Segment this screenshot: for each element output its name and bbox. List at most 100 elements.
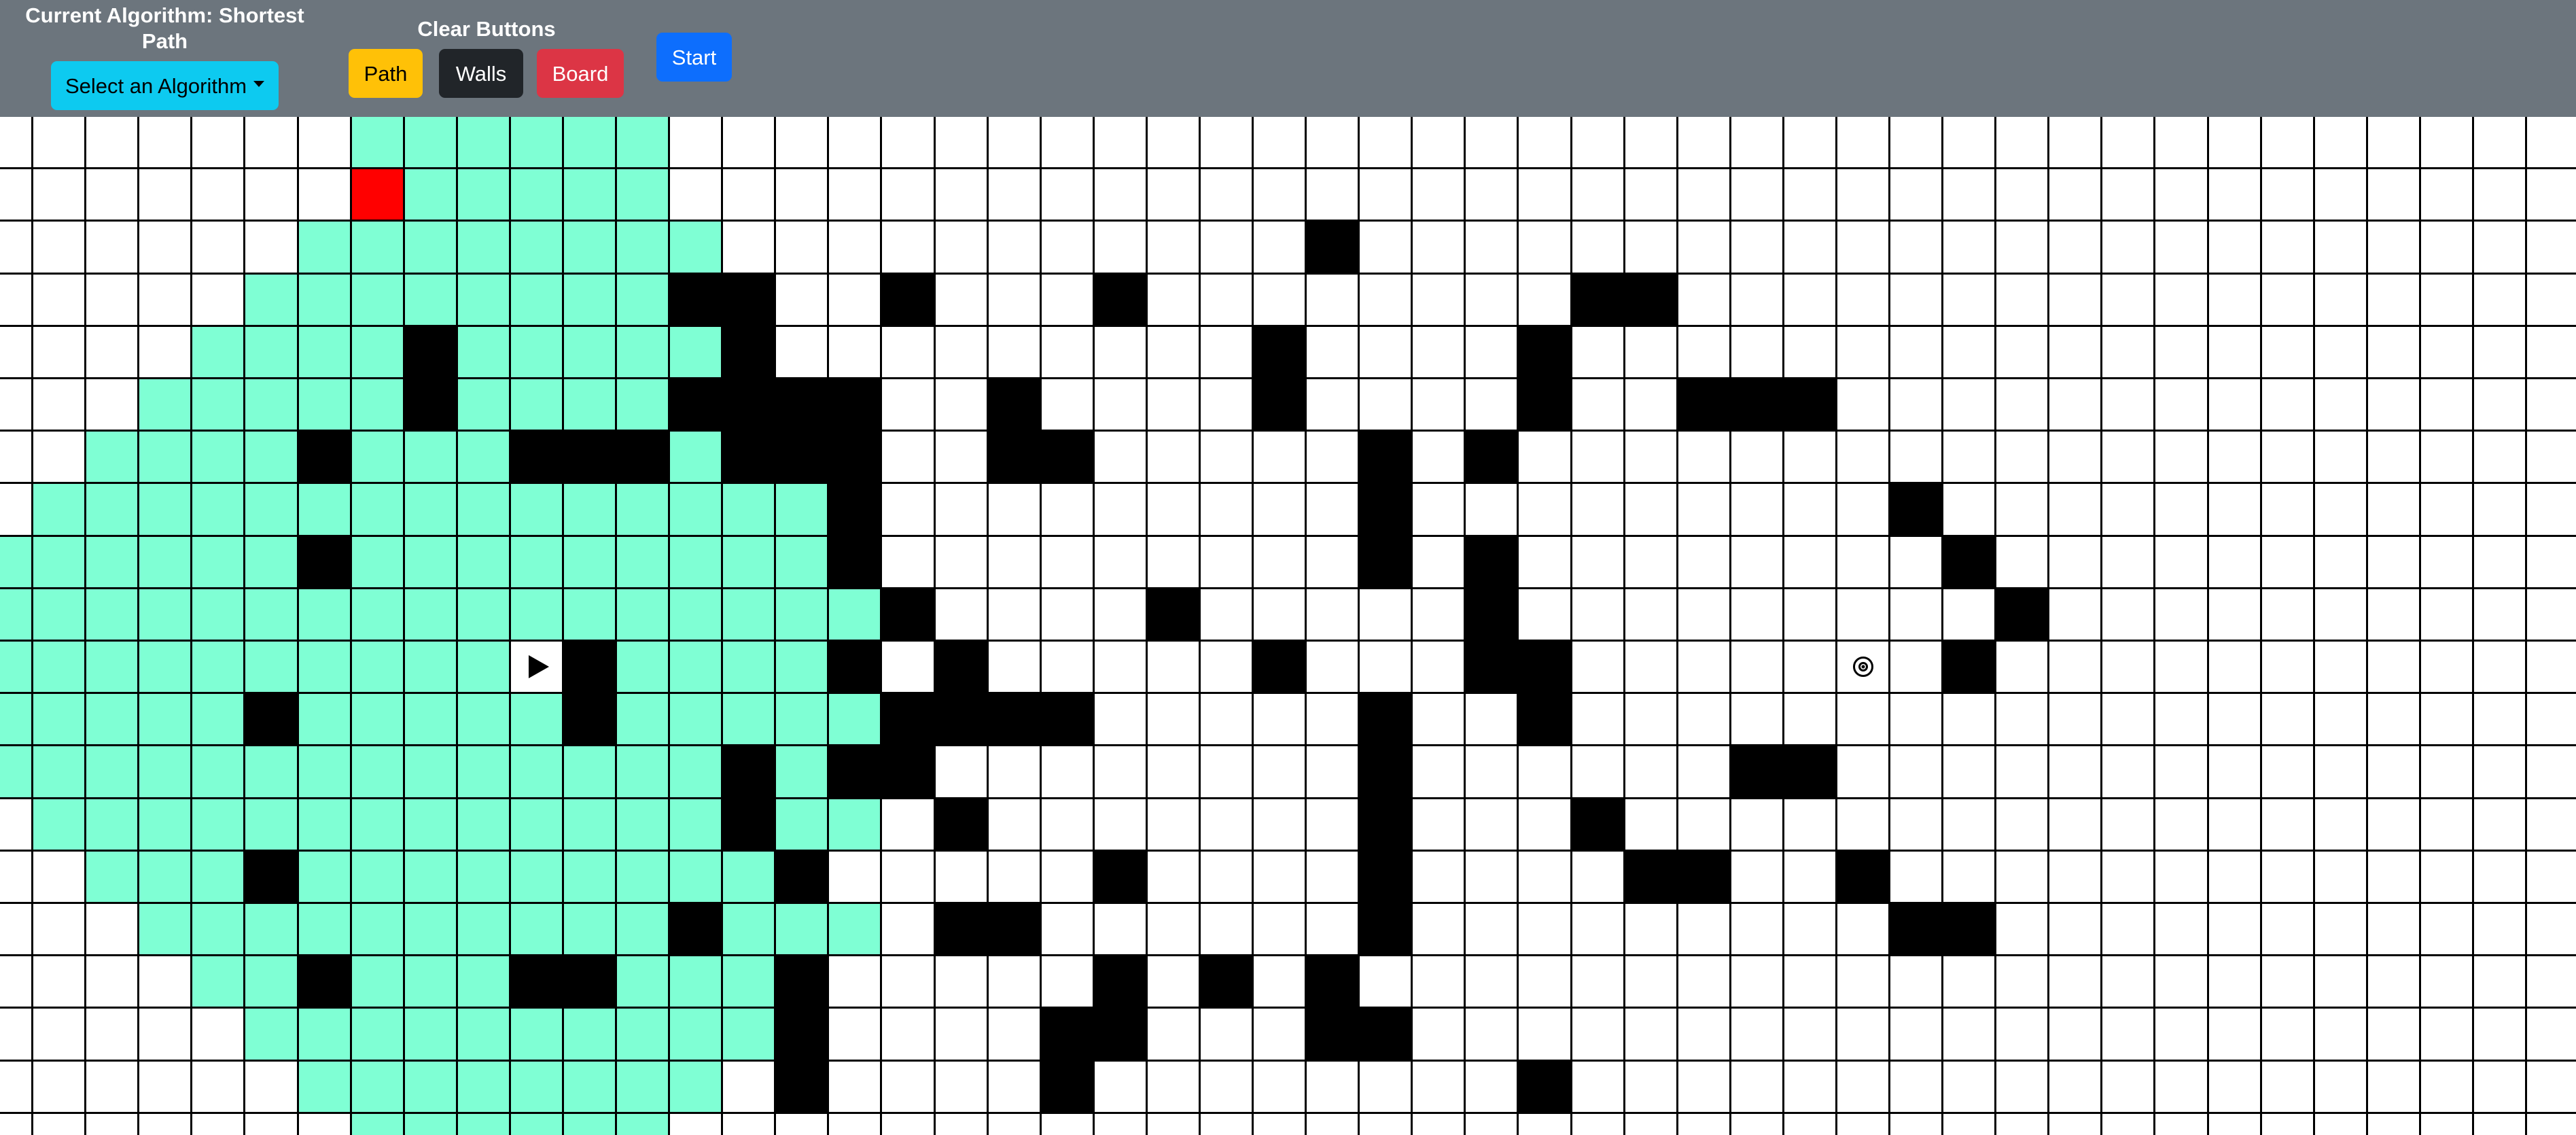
grid-cell[interactable] [2262,799,2315,852]
grid-cell[interactable] [139,1009,192,1062]
grid-cell[interactable] [2474,589,2527,642]
visited-cell[interactable] [192,852,245,904]
grid-cell[interactable] [192,275,245,327]
visited-cell[interactable] [564,484,617,537]
grid-cell[interactable] [1254,222,1307,275]
grid-cell[interactable] [1996,1062,2049,1114]
grid-cell[interactable] [2209,117,2262,169]
visited-cell[interactable] [458,379,511,432]
grid-cell[interactable] [86,1114,139,1135]
grid-cell[interactable] [2209,379,2262,432]
grid-cell[interactable] [1572,327,1625,379]
grid-cell[interactable] [1148,117,1201,169]
grid-cell[interactable] [1148,484,1201,537]
grid-cell[interactable] [2368,169,2421,222]
grid-cell[interactable] [1890,852,1943,904]
visited-cell[interactable] [192,642,245,694]
grid-cell[interactable] [2421,222,2474,275]
grid-cell[interactable] [2049,589,2102,642]
visited-cell[interactable] [245,746,299,799]
grid-cell[interactable] [1678,117,1731,169]
visited-cell[interactable] [139,432,192,484]
grid-cell[interactable] [1095,327,1148,379]
grid-cell[interactable] [0,1009,33,1062]
grid-cell[interactable] [33,956,86,1009]
grid-cell[interactable] [2474,117,2527,169]
grid-cell[interactable] [86,1062,139,1114]
grid-cell[interactable] [2527,904,2576,956]
grid-cell[interactable] [2155,117,2209,169]
grid-cell[interactable] [2262,642,2315,694]
grid-cell[interactable] [936,222,989,275]
grid-cell[interactable] [1042,799,1095,852]
grid-cell[interactable] [2527,642,2576,694]
grid-cell[interactable] [1731,222,1784,275]
grid-cell[interactable] [2527,117,2576,169]
wall-cell[interactable] [245,694,299,746]
visited-cell[interactable] [352,327,405,379]
visited-cell[interactable] [564,746,617,799]
grid-cell[interactable] [1360,589,1413,642]
grid-cell[interactable] [1784,642,1837,694]
visited-cell[interactable] [723,1009,776,1062]
visited-cell[interactable] [33,589,86,642]
grid-cell[interactable] [882,169,936,222]
visited-cell[interactable] [0,642,33,694]
grid-cell[interactable] [882,1062,936,1114]
grid-cell[interactable] [1837,432,1890,484]
visited-cell[interactable] [245,537,299,589]
grid-cell[interactable] [1943,484,1996,537]
visited-cell[interactable] [617,799,670,852]
wall-cell[interactable] [882,746,936,799]
grid-cell[interactable] [882,327,936,379]
current-node[interactable] [352,169,405,222]
grid-cell[interactable] [2262,956,2315,1009]
visited-cell[interactable] [511,117,564,169]
grid-cell[interactable] [1625,1114,1678,1135]
wall-cell[interactable] [1678,379,1731,432]
grid-cell[interactable] [1678,956,1731,1009]
grid-cell[interactable] [1731,484,1784,537]
grid-cell[interactable] [1996,484,2049,537]
grid-cell[interactable] [1254,746,1307,799]
visited-cell[interactable] [245,484,299,537]
grid-cell[interactable] [1731,1114,1784,1135]
wall-cell[interactable] [1625,852,1678,904]
visited-cell[interactable] [192,694,245,746]
grid-cell[interactable] [989,169,1042,222]
grid-cell[interactable] [1254,537,1307,589]
visited-cell[interactable] [617,484,670,537]
grid-cell[interactable] [1466,746,1519,799]
grid-cell[interactable] [1731,1062,1784,1114]
wall-cell[interactable] [936,799,989,852]
grid-cell[interactable] [1784,852,1837,904]
grid-cell[interactable] [670,169,723,222]
grid-cell[interactable] [1307,799,1360,852]
wall-cell[interactable] [617,432,670,484]
grid-cell[interactable] [1042,222,1095,275]
grid-cell[interactable] [2049,956,2102,1009]
visited-cell[interactable] [564,799,617,852]
grid-cell[interactable] [1466,799,1519,852]
grid-cell[interactable] [1625,904,1678,956]
grid-cell[interactable] [2527,379,2576,432]
grid-cell[interactable] [989,1114,1042,1135]
grid-cell[interactable] [2315,327,2368,379]
grid-cell[interactable] [0,1114,33,1135]
visited-cell[interactable] [405,1114,458,1135]
grid-cell[interactable] [33,379,86,432]
grid-cell[interactable] [776,117,829,169]
grid-cell[interactable] [1042,379,1095,432]
grid-cell[interactable] [1148,1114,1201,1135]
visited-cell[interactable] [405,537,458,589]
grid-cell[interactable] [245,1062,299,1114]
grid-cell[interactable] [882,1009,936,1062]
grid-cell[interactable] [2527,537,2576,589]
visited-cell[interactable] [617,537,670,589]
grid-cell[interactable] [2155,432,2209,484]
visited-cell[interactable] [723,589,776,642]
grid-cell[interactable] [2368,327,2421,379]
grid-cell[interactable] [989,852,1042,904]
wall-cell[interactable] [723,327,776,379]
grid-cell[interactable] [1678,589,1731,642]
